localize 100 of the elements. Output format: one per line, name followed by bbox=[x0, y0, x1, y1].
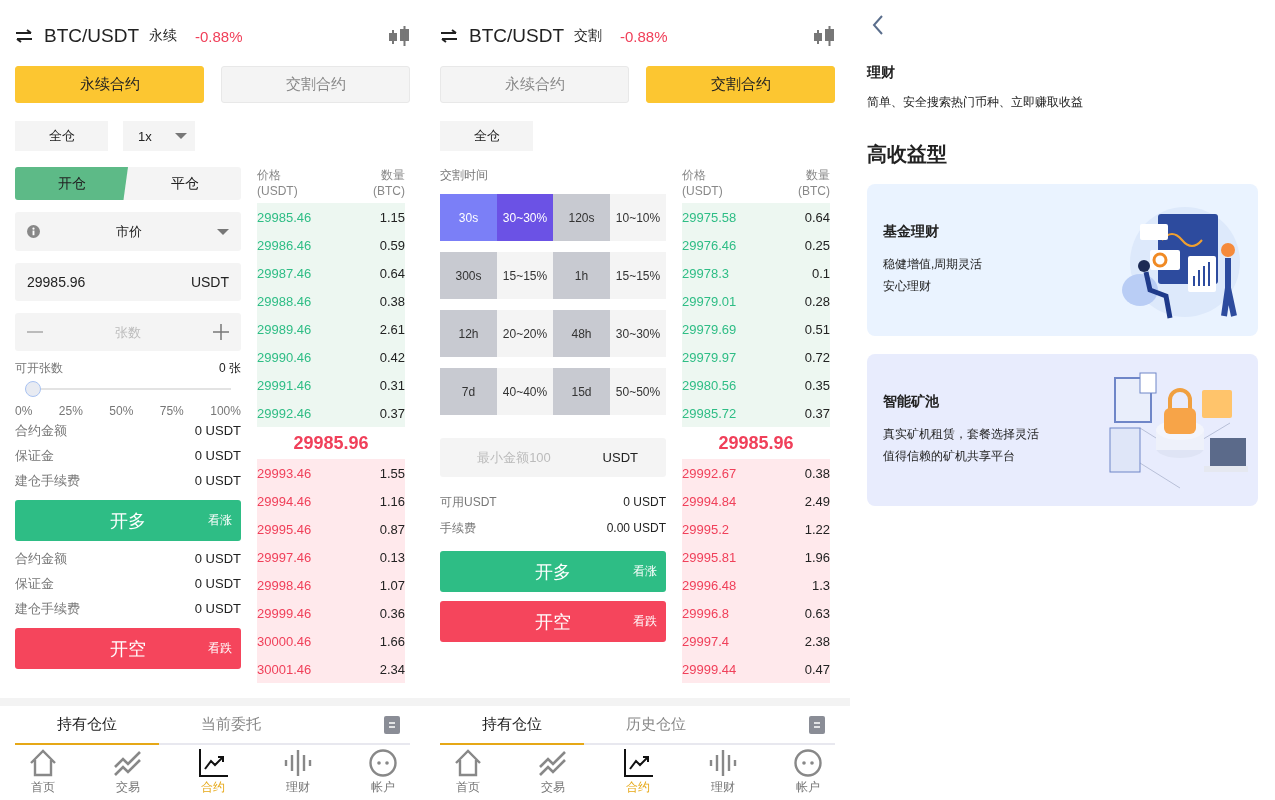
slider-tick-label: 25% bbox=[58, 404, 83, 418]
open-short-button[interactable]: 开空 看跌 bbox=[15, 628, 241, 669]
info-label: 合约金额 bbox=[15, 421, 67, 440]
unit-label: USDT bbox=[602, 450, 638, 465]
nav-item[interactable]: 帐户 bbox=[340, 745, 425, 800]
order-price: 29996.48 bbox=[682, 577, 737, 593]
swap-arrows-icon[interactable] bbox=[440, 29, 458, 43]
leverage-select[interactable]: 1x bbox=[123, 121, 195, 151]
nav-item[interactable]: 首页 bbox=[425, 745, 510, 800]
order-price: 29980.56 bbox=[682, 377, 737, 393]
position-tab[interactable]: 持有仓位 bbox=[440, 706, 584, 745]
order-quantity: 1.07 bbox=[379, 577, 405, 593]
page-title: 理财 bbox=[867, 64, 896, 82]
order-price: 29975.58 bbox=[682, 209, 737, 225]
trend-lines-icon bbox=[537, 749, 568, 777]
swap-arrows-icon[interactable] bbox=[15, 29, 33, 43]
order-quantity: 2.38 bbox=[804, 633, 830, 649]
position-tab[interactable]: 历史仓位 bbox=[584, 706, 728, 745]
info-label: 保证金 bbox=[15, 446, 54, 465]
price-field[interactable]: 29985.96 USDT bbox=[15, 263, 241, 301]
order-quantity: 0.87 bbox=[379, 521, 405, 537]
delivery-option[interactable]: 30s 30~30% bbox=[440, 194, 553, 241]
order-price: 29992.67 bbox=[682, 465, 737, 481]
column-header: 数量 (BTC) bbox=[798, 167, 830, 200]
delivery-option[interactable]: 7d 40~40% bbox=[440, 368, 553, 415]
delivery-option[interactable]: 48h 30~30% bbox=[553, 310, 666, 357]
candlestick-icon[interactable] bbox=[813, 26, 835, 46]
order-price: 29991.46 bbox=[257, 377, 312, 393]
order-price: 29979.97 bbox=[682, 349, 737, 365]
delivery-option[interactable]: 12h 20~20% bbox=[440, 310, 553, 357]
delivery-option[interactable]: 120s 10~10% bbox=[553, 194, 666, 241]
margin-mode-button[interactable]: 全仓 bbox=[440, 121, 533, 151]
order-type-select[interactable]: 市价 bbox=[15, 212, 241, 251]
contract-type: 交割 bbox=[574, 27, 602, 45]
contract-tab[interactable]: 交割合约 bbox=[646, 66, 835, 103]
order-quantity: 0.37 bbox=[379, 405, 405, 421]
order-price: 29987.46 bbox=[257, 265, 312, 281]
order-quantity: 0.28 bbox=[804, 293, 830, 309]
order-price: 29995.81 bbox=[682, 549, 737, 565]
order-price: 29978.3 bbox=[682, 265, 729, 281]
order-price: 29985.72 bbox=[682, 405, 737, 421]
document-icon[interactable] bbox=[809, 715, 825, 734]
column-header: 价格 (USDT) bbox=[257, 167, 298, 200]
delivery-option[interactable]: 1h 15~15% bbox=[553, 252, 666, 299]
page-subtitle: 简单、安全搜索热门币种、立即赚取收益 bbox=[867, 94, 1084, 111]
info-value: 0.00 USDT bbox=[606, 521, 666, 535]
price-change: -0.88% bbox=[195, 27, 243, 45]
info-value: 0 USDT bbox=[194, 576, 241, 591]
product-card[interactable]: 基金理财 稳健增值,周期灵活 安心理财 bbox=[867, 184, 1258, 336]
caret-icon bbox=[175, 133, 187, 139]
last-price: 29985.96 bbox=[717, 431, 795, 455]
document-icon[interactable] bbox=[384, 715, 400, 734]
trading-pair: BTC/USDT bbox=[44, 25, 139, 47]
line-chart-icon bbox=[197, 749, 228, 777]
order-quantity: 1.96 bbox=[804, 549, 830, 565]
order-price: 29985.46 bbox=[257, 209, 312, 225]
candlestick-icon[interactable] bbox=[388, 26, 410, 46]
nav-item[interactable]: 理财 bbox=[680, 745, 765, 800]
slider-tick-label: 0% bbox=[15, 404, 33, 418]
card-title: 基金理财 bbox=[883, 223, 940, 241]
contract-type: 永续 bbox=[149, 27, 177, 45]
order-quantity: 0.1 bbox=[811, 265, 830, 281]
side-tab[interactable]: 开仓 bbox=[15, 167, 128, 200]
order-price: 29995.46 bbox=[257, 521, 312, 537]
product-card[interactable]: 智能矿池 真实矿机租赁，套餐选择灵活 值得信赖的矿机共享平台 bbox=[867, 354, 1258, 506]
order-quantity: 0.35 bbox=[804, 377, 830, 393]
order-quantity: 0.63 bbox=[804, 605, 830, 621]
last-price: 29985.96 bbox=[292, 431, 370, 455]
order-price: 29997.46 bbox=[257, 549, 312, 565]
order-quantity: 1.55 bbox=[379, 465, 405, 481]
contract-tab[interactable]: 永续合约 bbox=[15, 66, 204, 103]
face-circle-icon bbox=[792, 749, 823, 777]
nav-item[interactable]: 交易 bbox=[85, 745, 170, 800]
nav-item[interactable]: 帐户 bbox=[765, 745, 850, 800]
plus-icon[interactable] bbox=[213, 324, 229, 340]
order-quantity: 0.64 bbox=[804, 209, 830, 225]
order-price: 29979.01 bbox=[682, 293, 737, 309]
delivery-option[interactable]: 15d 50~50% bbox=[553, 368, 666, 415]
order-quantity: 1.3 bbox=[811, 577, 830, 593]
trading-pair: BTC/USDT bbox=[469, 25, 564, 47]
order-quantity: 0.36 bbox=[379, 605, 405, 621]
position-tab[interactable]: 当前委托 bbox=[159, 706, 303, 745]
back-icon[interactable] bbox=[872, 14, 884, 36]
margin-mode-button[interactable]: 全仓 bbox=[15, 121, 108, 151]
open-short-button[interactable]: 开空 看跌 bbox=[440, 601, 666, 642]
face-circle-icon bbox=[367, 749, 398, 777]
order-price: 30001.46 bbox=[257, 661, 312, 677]
order-quantity: 0.38 bbox=[379, 293, 405, 309]
nav-item[interactable]: 交易 bbox=[510, 745, 595, 800]
delivery-option[interactable]: 300s 15~15% bbox=[440, 252, 553, 299]
position-tab[interactable]: 持有仓位 bbox=[15, 706, 159, 745]
slider-thumb[interactable] bbox=[25, 381, 41, 397]
card-description: 安心理财 bbox=[883, 278, 932, 295]
order-quantity: 1.15 bbox=[379, 209, 405, 225]
side-tab[interactable]: 平仓 bbox=[128, 167, 241, 200]
nav-item[interactable]: 理财 bbox=[255, 745, 340, 800]
order-price: 29998.46 bbox=[257, 577, 312, 593]
order-price: 29988.46 bbox=[257, 293, 312, 309]
order-quantity: 0.51 bbox=[804, 321, 830, 337]
nav-item[interactable]: 首页 bbox=[0, 745, 85, 800]
